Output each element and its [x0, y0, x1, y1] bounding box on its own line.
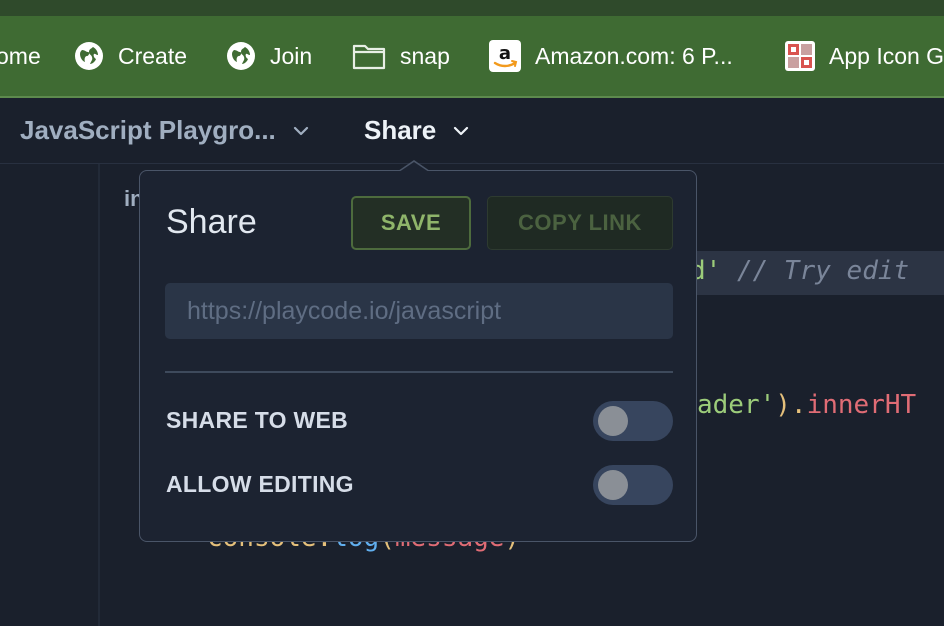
gutter-divider — [98, 164, 100, 626]
bookmark-label: App Icon G — [829, 42, 944, 69]
share-popover-title: Share — [166, 203, 257, 241]
share-menu-label: Share — [364, 115, 437, 145]
bookmark-create[interactable]: Create — [74, 16, 187, 96]
allow-editing-label: ALLOW EDITING — [166, 471, 354, 497]
bookmarks-bar: ome Create Join snap a Amazon.com: 6 P..… — [0, 16, 944, 98]
code-line: d' // Try edit — [690, 256, 909, 286]
editor-navbar: JavaScript Playgro... Share — [0, 98, 944, 164]
folder-icon — [352, 41, 386, 71]
toggle-knob — [598, 406, 628, 436]
svg-text:a: a — [499, 43, 511, 64]
bookmark-join[interactable]: Join — [226, 16, 312, 96]
divider — [165, 371, 673, 373]
share-menu[interactable]: Share — [364, 98, 470, 163]
code-punct: ). — [775, 390, 807, 420]
copy-link-button[interactable]: COPY LINK — [487, 196, 673, 250]
browser-top-strip — [0, 0, 944, 16]
share-to-web-toggle[interactable] — [593, 401, 673, 441]
bookmark-app-icon[interactable]: App Icon G — [785, 16, 944, 96]
grid-icon — [785, 41, 815, 71]
bookmark-label: Amazon.com: 6 P... — [535, 42, 733, 69]
code-comment: // Try edit — [721, 256, 910, 286]
bookmark-amazon[interactable]: a Amazon.com: 6 P... — [489, 16, 733, 96]
toggle-knob — [598, 470, 628, 500]
globe-icon — [74, 41, 104, 71]
chevron-down-icon — [454, 126, 469, 135]
share-url-field[interactable]: https://playcode.io/javascript — [165, 283, 673, 339]
bookmark-label: Create — [118, 42, 188, 69]
bookmark-label: ome — [0, 42, 41, 69]
bookmark-home[interactable]: ome — [0, 16, 41, 96]
bookmark-snap[interactable]: snap — [352, 16, 450, 96]
allow-editing-toggle[interactable] — [593, 465, 673, 505]
amazon-icon: a — [489, 40, 521, 72]
project-title-menu[interactable]: JavaScript Playgro... — [20, 98, 310, 163]
project-title: JavaScript Playgro... — [20, 115, 276, 145]
code-property: innerHT — [806, 390, 917, 420]
globe-icon — [226, 41, 256, 71]
code-string: ader' — [697, 390, 776, 420]
chevron-down-icon — [293, 126, 308, 135]
save-button[interactable]: SAVE — [351, 196, 471, 250]
code-line: ader').innerHT — [697, 390, 916, 420]
bookmark-label: snap — [400, 42, 450, 69]
popover-arrow-fill — [399, 162, 429, 172]
share-to-web-label: SHARE TO WEB — [166, 407, 349, 433]
share-popover: Share SAVE COPY LINK https://playcode.io… — [139, 170, 697, 542]
bookmark-label: Join — [270, 42, 313, 69]
